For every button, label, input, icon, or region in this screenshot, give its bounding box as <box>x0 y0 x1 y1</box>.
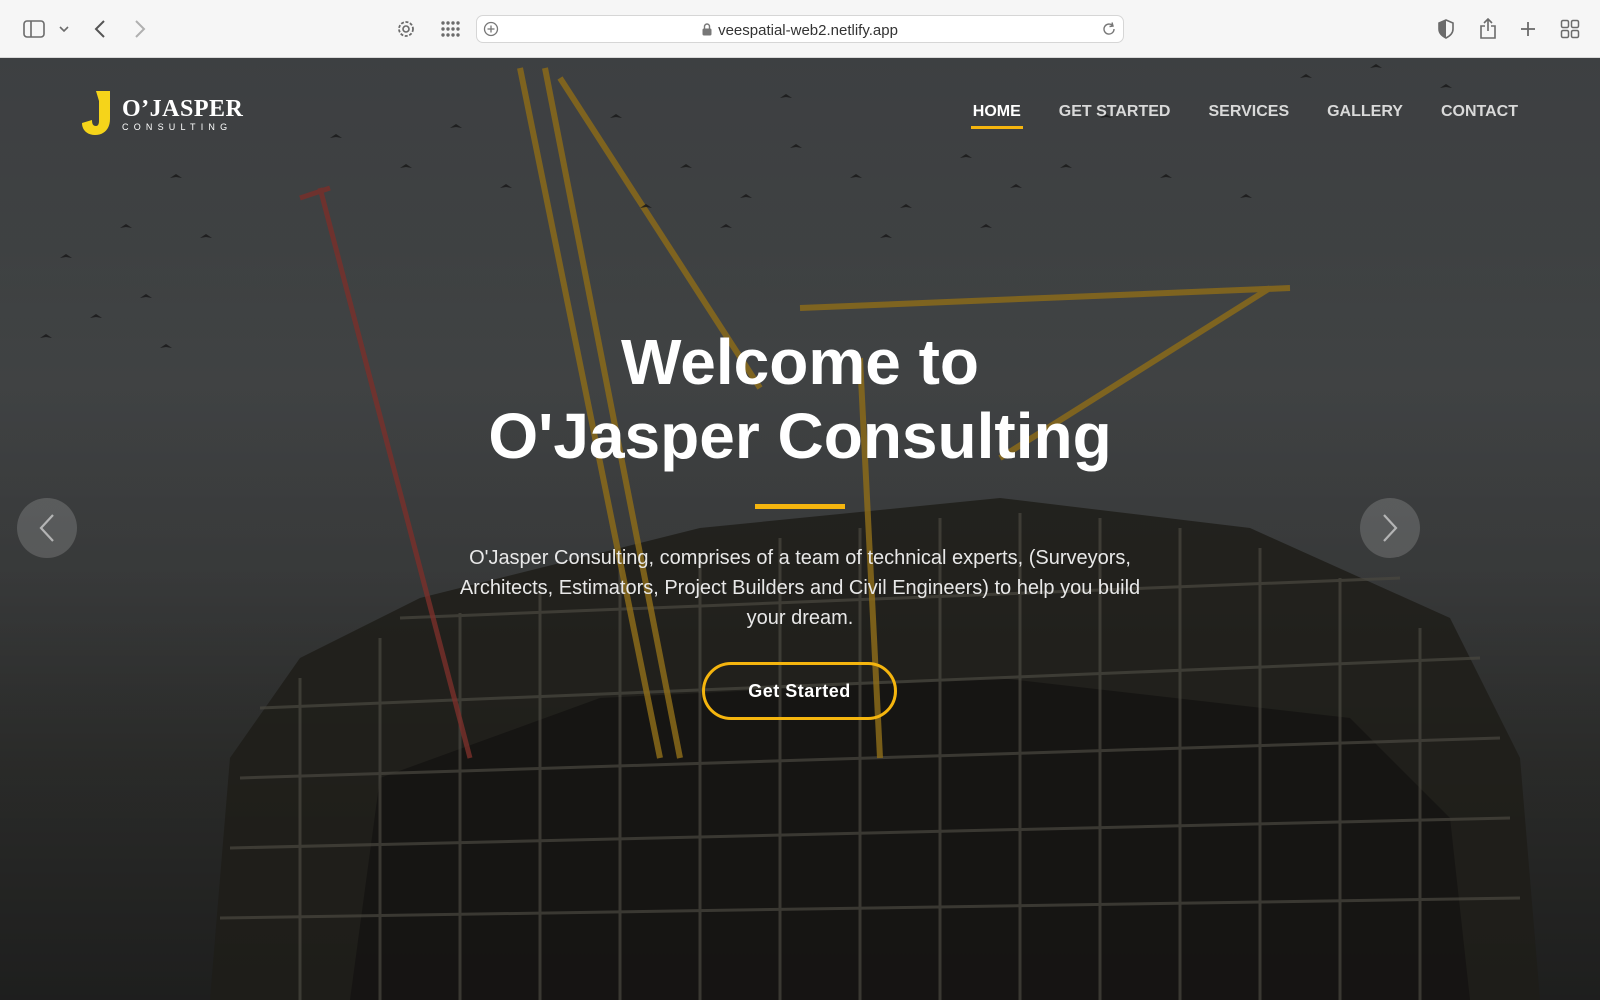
site-logo[interactable]: O’JASPER CONSULTING <box>82 91 244 141</box>
lock-icon <box>702 23 712 40</box>
nav-services[interactable]: SERVICES <box>1208 103 1289 127</box>
hero-title-line-2: O'Jasper Consulting <box>488 400 1112 472</box>
title-divider <box>755 504 845 509</box>
sidebar-icon[interactable] <box>20 15 48 43</box>
hero-title-line-1: Welcome to <box>621 326 979 398</box>
url-text: veespatial-web2.netlify.app <box>718 22 898 39</box>
nav-get-started[interactable]: GET STARTED <box>1059 103 1171 127</box>
reload-icon[interactable] <box>1101 21 1117 42</box>
nav-contact[interactable]: CONTACT <box>1441 103 1518 127</box>
address-bar[interactable]: veespatial-web2.netlify.app <box>476 15 1124 43</box>
browser-toolbar: veespatial-web2.netlify.app <box>0 0 1600 58</box>
grid-icon[interactable] <box>436 15 464 43</box>
logo-name: O’JASPER <box>122 96 244 122</box>
chevron-right-icon <box>1383 514 1398 542</box>
tab-overview-icon[interactable] <box>1558 15 1582 43</box>
nav-home[interactable]: HOME <box>970 103 1023 129</box>
logo-j-mark-icon <box>82 91 110 135</box>
carousel-next-button[interactable] <box>1360 498 1420 558</box>
logo-subtitle: CONSULTING <box>122 122 233 132</box>
carousel-prev-button[interactable] <box>17 498 77 558</box>
back-icon[interactable] <box>88 15 112 43</box>
hero-description: O'Jasper Consulting, comprises of a team… <box>459 547 1141 629</box>
share-icon[interactable] <box>1476 15 1500 43</box>
settings-icon[interactable] <box>392 15 420 43</box>
forward-icon[interactable] <box>128 15 152 43</box>
privacy-icon[interactable] <box>1434 15 1458 43</box>
new-tab-icon[interactable] <box>1516 15 1540 43</box>
nav-gallery[interactable]: GALLERY <box>1327 103 1403 127</box>
hero-section: O’JASPER CONSULTING HOME GET STARTED SER… <box>0 58 1600 1000</box>
get-started-button[interactable]: Get Started <box>702 662 897 720</box>
chevron-left-icon <box>39 514 54 542</box>
main-nav: HOME GET STARTED SERVICES GALLERY CONTAC… <box>970 103 1518 129</box>
chevron-down-icon[interactable] <box>56 15 72 43</box>
